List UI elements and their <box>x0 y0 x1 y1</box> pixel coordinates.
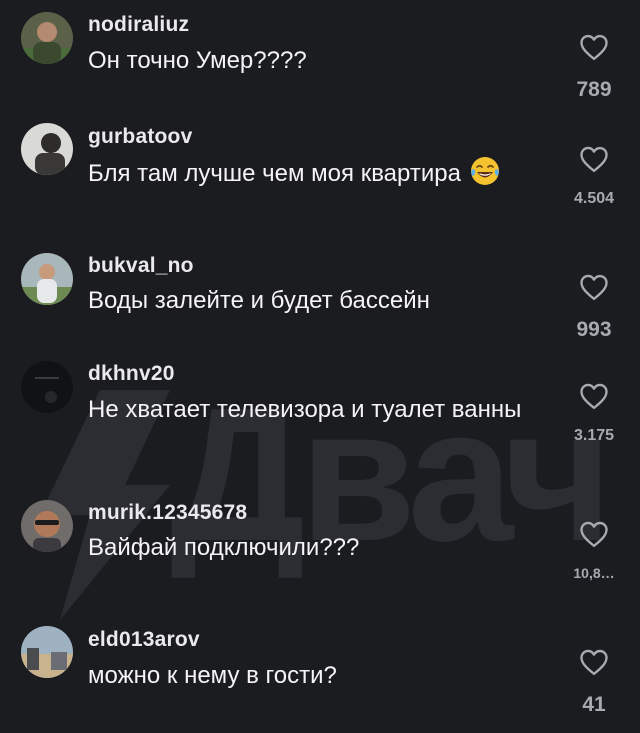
comment-text: Вайфай подключили??? <box>88 534 360 561</box>
like-control: 10,8… <box>560 520 628 581</box>
like-control: 3.175 <box>560 382 628 445</box>
avatar[interactable] <box>21 361 73 413</box>
like-control: 993 <box>560 273 628 342</box>
comment-text-body: Бля там лучше чем моя квартира <box>88 160 461 187</box>
avatar[interactable] <box>21 500 73 552</box>
heart-outline-icon[interactable] <box>579 648 609 676</box>
avatar[interactable] <box>21 12 73 64</box>
heart-outline-icon[interactable] <box>579 33 609 61</box>
heart-outline-icon[interactable] <box>579 520 609 548</box>
likes-count: 10,8… <box>573 565 615 581</box>
heart-outline-icon[interactable] <box>579 145 609 173</box>
comment-username[interactable]: nodiraliuz <box>88 13 189 37</box>
comment-text: можно к нему в гости? <box>88 662 337 689</box>
comment-username[interactable]: murik.12345678 <box>88 501 247 525</box>
comment-text: Воды залейте и будет бассейн <box>88 287 430 314</box>
likes-count: 3.175 <box>573 427 615 444</box>
like-control: 4.504 <box>560 145 628 208</box>
avatar[interactable] <box>21 253 73 305</box>
comment-username[interactable]: dkhnv20 <box>88 362 175 386</box>
avatar[interactable] <box>21 626 73 678</box>
likes-count: 993 <box>576 318 612 341</box>
likes-count: 789 <box>576 78 612 101</box>
heart-outline-icon[interactable] <box>579 382 609 410</box>
heart-outline-icon[interactable] <box>579 273 609 301</box>
likes-count: 4.504 <box>573 190 615 207</box>
comment-username[interactable]: bukval_no <box>88 254 194 278</box>
comment-username[interactable]: gurbatoov <box>88 125 192 149</box>
likes-count: 41 <box>582 693 606 716</box>
comment-username[interactable]: eld013arov <box>88 628 200 652</box>
avatar[interactable] <box>21 123 73 175</box>
comment-text: Не хватает телевизора и туалет ванны <box>88 396 522 423</box>
like-control: 41 <box>560 648 628 717</box>
like-control: 789 <box>560 33 628 102</box>
comment-text: Бля там лучше чем моя квартира <box>88 155 528 190</box>
tears-of-joy-emoji-icon <box>470 157 499 185</box>
comment-text: Он точно Умер???? <box>88 47 307 74</box>
